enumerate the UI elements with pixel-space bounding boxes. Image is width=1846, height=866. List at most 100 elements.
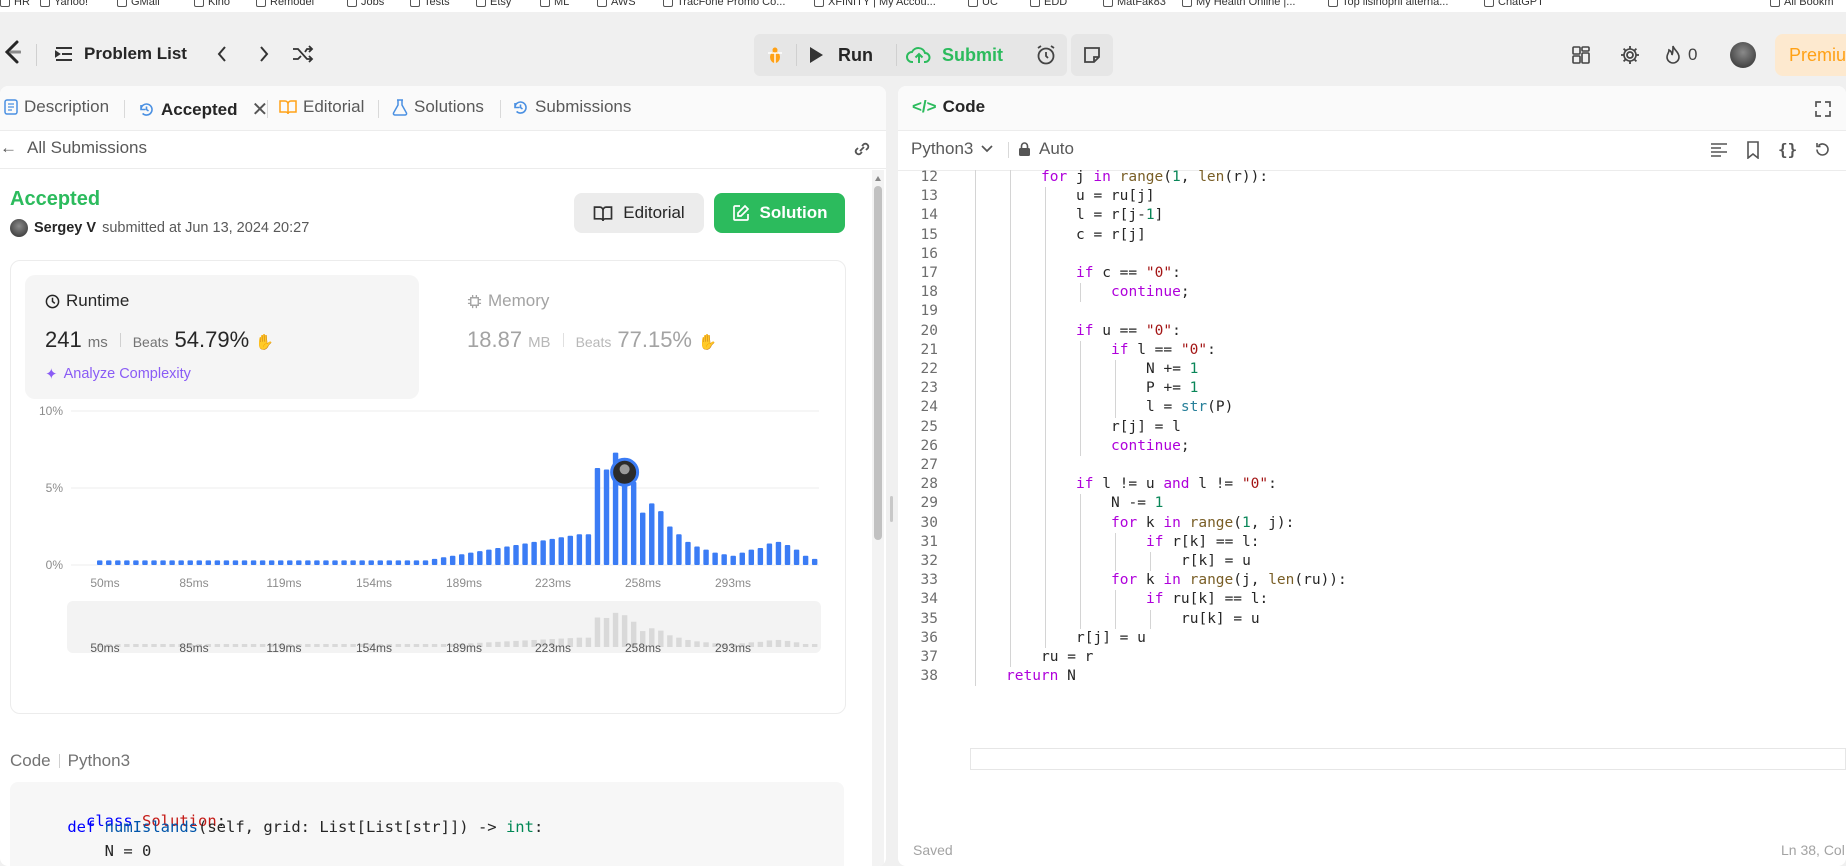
histogram-bar[interactable] [486, 549, 492, 565]
histogram-bar[interactable] [214, 560, 221, 565]
histogram-bar[interactable] [196, 560, 202, 565]
histogram-bar[interactable] [775, 541, 782, 565]
histogram-bar[interactable] [368, 560, 374, 565]
bookmark-icon[interactable] [1746, 141, 1760, 164]
editorial-button[interactable]: Editorial [574, 193, 704, 233]
avatar[interactable] [1730, 42, 1756, 68]
histogram-bar[interactable] [658, 511, 664, 565]
histogram-bar[interactable] [377, 560, 383, 565]
histogram-bar[interactable] [522, 543, 528, 565]
leetcode-logo-icon[interactable] [0, 38, 24, 68]
histogram-bar[interactable] [721, 554, 727, 565]
braces-icon[interactable]: {} [1778, 140, 1797, 159]
scrollbar-track[interactable] [872, 170, 884, 866]
histogram-bar[interactable] [712, 552, 718, 565]
bookmark-item[interactable]: XFINITY | My Accou... [814, 0, 936, 8]
histogram-bar[interactable] [649, 503, 655, 565]
histogram-bar[interactable] [594, 467, 601, 565]
submit-button[interactable]: Submit [906, 40, 1003, 70]
histogram-bar[interactable] [287, 560, 293, 565]
histogram-bar[interactable] [567, 535, 574, 565]
bookmark-item[interactable]: Etsy [476, 0, 511, 8]
histogram-bar[interactable] [811, 558, 818, 565]
histogram-bar[interactable] [757, 548, 764, 565]
memory-box[interactable]: Memory 18.87 MB Beats 77.15% ✋ [447, 275, 827, 399]
debug-button[interactable] [758, 38, 792, 72]
layout-button[interactable] [1568, 42, 1594, 68]
bookmark-item[interactable]: Tests [410, 0, 450, 8]
histogram-bar[interactable] [793, 549, 800, 565]
user-name[interactable]: Sergey V [34, 220, 96, 236]
histogram-bar[interactable] [169, 560, 175, 565]
histogram-bar[interactable] [278, 560, 284, 565]
histogram-bar[interactable] [730, 555, 736, 565]
tab-editorial[interactable]: Editorial [279, 97, 364, 117]
histogram-bar[interactable] [513, 544, 519, 565]
histogram-bar[interactable] [359, 560, 365, 565]
histogram-bar[interactable] [630, 481, 637, 565]
problem-list-button[interactable]: Problem List [54, 40, 187, 68]
histogram-bar[interactable] [413, 560, 420, 565]
histogram-bar[interactable] [250, 560, 257, 565]
next-problem-button[interactable] [252, 42, 276, 66]
histogram-bar[interactable] [332, 560, 338, 565]
bookmark-item[interactable]: ChatGPT [1484, 0, 1544, 8]
histogram-bar[interactable] [440, 557, 447, 565]
histogram-bar[interactable] [160, 560, 166, 565]
premium-button[interactable]: Premiu [1775, 34, 1846, 76]
histogram-bar[interactable] [802, 555, 809, 565]
histogram-bar[interactable] [558, 537, 564, 565]
histogram-bar[interactable] [459, 554, 465, 565]
prev-problem-button[interactable] [210, 42, 234, 66]
histogram-bar[interactable] [223, 560, 230, 565]
histogram-bar[interactable] [133, 560, 139, 565]
bookmark-item[interactable]: MatFak83 [1103, 0, 1166, 8]
histogram-bar[interactable] [676, 534, 682, 565]
histogram-bar[interactable] [576, 534, 583, 565]
histogram-bar[interactable] [296, 560, 302, 565]
back-to-submissions[interactable]: ← All Submissions [0, 138, 147, 158]
histogram-bar[interactable] [268, 560, 275, 565]
histogram-bar[interactable] [314, 560, 320, 565]
reset-icon[interactable] [1814, 141, 1831, 163]
histogram-bar[interactable] [142, 560, 148, 565]
histogram-bar[interactable] [449, 555, 456, 565]
histogram-bar[interactable] [784, 544, 791, 565]
tab-submissions[interactable]: Submissions [512, 97, 631, 117]
histogram-bar[interactable] [748, 549, 755, 565]
histogram-bar[interactable] [106, 560, 112, 565]
histogram-bar[interactable] [495, 548, 501, 565]
tab-description[interactable]: Description [4, 97, 109, 117]
notes-button[interactable] [1071, 34, 1113, 76]
histogram-bar[interactable] [323, 560, 329, 565]
bookmark-item[interactable]: UC [968, 0, 998, 8]
bookmark-item[interactable]: Kino [194, 0, 230, 8]
bookmark-item[interactable]: GMail [117, 0, 160, 8]
bookmark-item[interactable]: Top lisinopril alterna... [1328, 0, 1448, 8]
maximize-icon[interactable] [1814, 100, 1832, 123]
histogram-bar[interactable] [305, 560, 311, 565]
histogram-bar[interactable] [259, 560, 266, 565]
code-editor[interactable]: 12 for j in range(1, len(r)): 13 u = ru[j] 1… [898, 170, 1846, 830]
bookmark-item[interactable]: Yahoo! [40, 0, 88, 8]
bookmark-item[interactable]: Remodel [256, 0, 314, 8]
language-select[interactable]: Python3 [911, 139, 993, 159]
histogram-bar[interactable] [232, 560, 239, 565]
histogram-bar[interactable] [386, 560, 393, 565]
scrollbar-thumb[interactable] [874, 186, 882, 540]
random-problem-button[interactable] [290, 42, 316, 66]
tab-solutions[interactable]: Solutions [392, 97, 484, 117]
scrollbar-up-arrow[interactable] [875, 176, 881, 181]
bookmark-item[interactable]: Jobs [347, 0, 384, 8]
histogram-bar[interactable] [603, 469, 610, 565]
bookmark-item[interactable]: HR [0, 0, 30, 8]
solution-button[interactable]: Solution [714, 193, 845, 233]
format-icon[interactable] [1710, 142, 1728, 163]
tab-code[interactable]: </> Code [912, 97, 985, 117]
histogram-bar[interactable] [766, 543, 773, 565]
close-icon[interactable]: ✕ [252, 97, 269, 122]
bookmark-item[interactable]: TracFone Promo Co... [663, 0, 785, 8]
histogram-bar[interactable] [422, 560, 429, 565]
histogram-bar[interactable] [404, 560, 411, 565]
bookmark-item[interactable]: All Bookm [1770, 0, 1834, 8]
